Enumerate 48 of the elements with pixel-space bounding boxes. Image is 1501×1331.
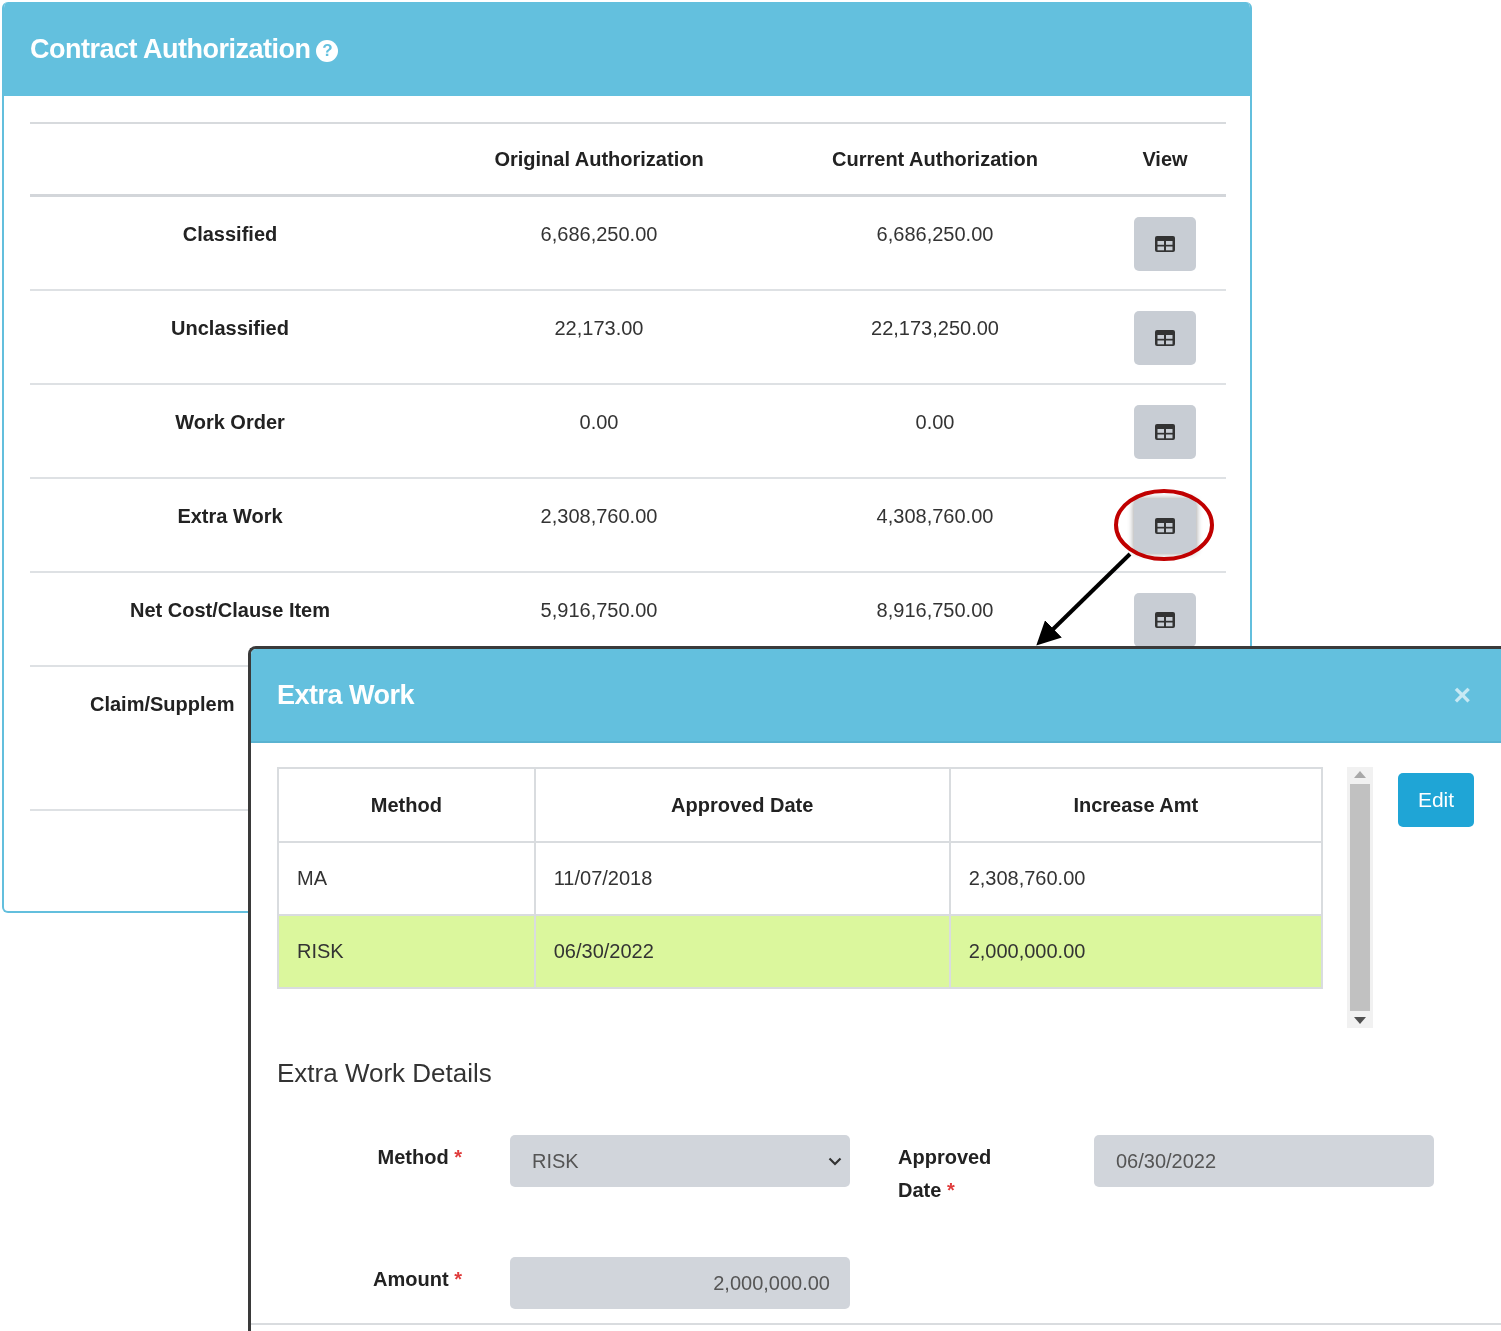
modal-title: Extra Work xyxy=(277,679,415,711)
table-cell: 22,173,250.00 xyxy=(871,317,999,340)
method-select[interactable]: RISK xyxy=(510,1135,850,1187)
table-cell: 2,308,760.00 xyxy=(540,505,658,528)
panel-title: Contract Authorization xyxy=(30,33,311,65)
view-button[interactable] xyxy=(1134,311,1196,365)
table-cell: 6,686,250.00 xyxy=(876,223,994,246)
date-field[interactable]: 06/30/2022 xyxy=(1094,1135,1434,1187)
column-header: Current Authorization xyxy=(831,147,1039,171)
view-button[interactable] xyxy=(1134,499,1196,553)
row-label: Work Order xyxy=(175,411,285,434)
chevron-down-icon xyxy=(828,1156,842,1166)
table-cell: 6,686,250.00 xyxy=(540,223,658,246)
table-cell[interactable]: 06/30/2022 xyxy=(534,915,950,988)
table-icon xyxy=(1154,423,1176,441)
field-label: Approved Date * xyxy=(898,1145,993,1203)
view-button[interactable] xyxy=(1134,405,1196,459)
table-cell[interactable]: RISK xyxy=(278,915,535,988)
table-cell: 5,916,750.00 xyxy=(540,599,658,622)
scroll-down-icon[interactable] xyxy=(1354,1017,1366,1024)
field-label: Amount * xyxy=(372,1267,463,1292)
section-title: Extra Work Details xyxy=(277,1058,493,1089)
row-label: Unclassified xyxy=(171,317,289,340)
row-label: Claim/Supplem xyxy=(90,693,235,716)
column-header: View xyxy=(1141,147,1189,171)
scrollbar-thumb[interactable] xyxy=(1350,784,1370,1011)
table-icon xyxy=(1154,329,1176,347)
view-button[interactable] xyxy=(1134,217,1196,271)
column-header: Method xyxy=(278,768,535,842)
row-label: Classified xyxy=(182,223,278,246)
column-header: Approved Date xyxy=(534,768,950,842)
amount-field[interactable]: 2,000,000.00 xyxy=(510,1257,850,1309)
table-icon xyxy=(1154,611,1176,629)
column-header: Increase Amt xyxy=(949,768,1322,842)
field-label: Method * xyxy=(376,1145,463,1170)
table-cell: 0.00 xyxy=(579,411,619,434)
table-icon xyxy=(1154,235,1176,253)
row-label: Extra Work xyxy=(177,505,283,528)
table-cell: 22,173.00 xyxy=(554,317,644,340)
row-label: Net Cost/Clause Item xyxy=(129,599,331,622)
column-header: Original Authorization xyxy=(493,147,705,171)
table-icon xyxy=(1154,517,1176,535)
table-cell: 8,916,750.00 xyxy=(876,599,994,622)
view-button[interactable] xyxy=(1134,593,1196,647)
table-cell: 0.00 xyxy=(915,411,955,434)
scrollbar[interactable] xyxy=(1347,767,1373,1028)
table-cell: 4,308,760.00 xyxy=(876,505,994,528)
table-cell[interactable]: 2,000,000.00 xyxy=(949,915,1322,988)
